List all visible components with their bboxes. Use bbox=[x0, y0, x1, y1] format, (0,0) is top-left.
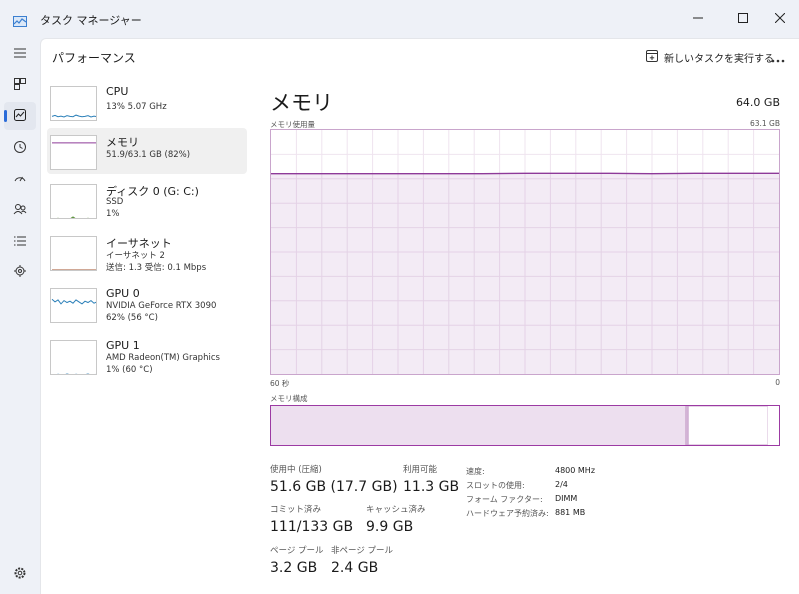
cached-value: 9.9 GB bbox=[366, 519, 414, 535]
maximize-icon bbox=[738, 8, 748, 27]
composition-label: メモリ構成 bbox=[270, 394, 308, 403]
sidebar-item-detail-2: 送信: 1.3 受信: 0.1 Mbps bbox=[106, 263, 207, 273]
navigation-rail bbox=[0, 38, 40, 594]
hardware-reserved-value: 881 MB bbox=[555, 508, 586, 517]
gpu1-thumbnail-line bbox=[57, 373, 96, 374]
composition-standby bbox=[687, 405, 769, 446]
run-new-task-button[interactable]: 新しいタスクを実行する bbox=[642, 47, 778, 67]
details-list-icon bbox=[13, 232, 27, 251]
page-title: パフォーマンス bbox=[52, 51, 136, 65]
sidebar-item-detail-2: 1% (60 °C) bbox=[106, 365, 153, 375]
memory-thumbnail bbox=[50, 135, 97, 170]
sidebar-item-ethernet[interactable]: イーサネット イーサネット 2 送信: 1.3 受信: 0.1 Mbps bbox=[47, 229, 247, 275]
sidebar-item-gpu1[interactable]: GPU 1 AMD Radeon(TM) Graphics 1% (60 °C) bbox=[47, 333, 247, 379]
sidebar-item-disk[interactable]: ディスク 0 (G: C:) SSD 1% bbox=[47, 177, 247, 223]
memory-total: 64.0 GB bbox=[735, 96, 780, 109]
minimize-button[interactable] bbox=[683, 4, 713, 30]
nonpaged-pool-value: 2.4 GB bbox=[331, 560, 379, 576]
sidebar-item-name: GPU 0 bbox=[106, 287, 140, 300]
title-bar: タスク マネージャー bbox=[0, 0, 799, 38]
available-label: 利用可能 bbox=[403, 465, 438, 475]
more-dots-icon bbox=[771, 48, 785, 67]
nav-users[interactable] bbox=[4, 196, 36, 224]
disk-thumbnail-line bbox=[57, 216, 89, 218]
gpu0-thumbnail-line bbox=[51, 298, 96, 305]
usage-graph-max: 63.1 GB bbox=[749, 119, 780, 128]
time-axis-right: 0 bbox=[775, 378, 780, 387]
memory-usage-graph bbox=[270, 129, 780, 375]
available-value: 11.3 GB bbox=[403, 479, 460, 495]
more-options-button[interactable] bbox=[765, 47, 791, 67]
disk-thumbnail bbox=[50, 184, 97, 219]
ethernet-thumbnail bbox=[50, 236, 97, 271]
memory-composition-chart bbox=[271, 405, 779, 446]
nav-performance[interactable] bbox=[4, 102, 36, 130]
nonpaged-pool-label: 非ページ プール bbox=[331, 546, 394, 556]
paged-pool-label: ページ プール bbox=[270, 546, 324, 556]
nav-app-history[interactable] bbox=[4, 134, 36, 162]
form-factor-value: DIMM bbox=[555, 494, 578, 503]
committed-value: 111/133 GB bbox=[270, 519, 354, 535]
sidebar-item-detail: NVIDIA GeForce RTX 3090 bbox=[106, 301, 217, 311]
nav-processes[interactable] bbox=[4, 71, 36, 99]
hamburger-icon bbox=[13, 44, 27, 63]
sidebar-item-detail-2: 62% (56 °C) bbox=[106, 313, 158, 323]
main-panel: パフォーマンス 新しいタスクを実行する CPU 13% 5.07 GHz メモリ… bbox=[40, 38, 799, 594]
sidebar-item-name: CPU bbox=[106, 85, 129, 98]
sidebar-item-detail-2: 1% bbox=[106, 209, 120, 219]
speed-value: 4800 MHz bbox=[555, 466, 596, 475]
cached-label: キャッシュ済み bbox=[366, 505, 426, 515]
minimize-icon bbox=[693, 8, 703, 27]
sidebar-item-name: メモリ bbox=[106, 136, 139, 149]
slots-used-value: 2/4 bbox=[555, 480, 568, 489]
paged-pool-value: 3.2 GB bbox=[270, 560, 318, 576]
history-clock-icon bbox=[13, 139, 27, 158]
nav-services[interactable] bbox=[4, 258, 36, 286]
sidebar-item-cpu[interactable]: CPU 13% 5.07 GHz bbox=[47, 79, 247, 125]
run-new-task-label: 新しいタスクを実行する bbox=[664, 53, 774, 65]
hardware-reserved-label: ハードウェア予約済み: bbox=[466, 509, 549, 518]
sidebar-item-name: GPU 1 bbox=[106, 339, 140, 352]
sidebar-item-detail: AMD Radeon(TM) Graphics bbox=[106, 353, 220, 363]
close-button[interactable] bbox=[765, 4, 795, 30]
gpu0-thumbnail bbox=[50, 288, 97, 323]
memory-composition-bar bbox=[270, 405, 780, 446]
cpu-thumbnail-line bbox=[51, 114, 96, 118]
time-axis-left: 60 秒 bbox=[270, 379, 290, 388]
sidebar-item-detail: 13% 5.07 GHz bbox=[106, 102, 167, 112]
sidebar-item-detail: SSD bbox=[106, 197, 124, 207]
nav-details[interactable] bbox=[4, 227, 36, 255]
nav-settings[interactable] bbox=[4, 560, 36, 588]
users-icon bbox=[13, 201, 27, 220]
sidebar-item-gpu0[interactable]: GPU 0 NVIDIA GeForce RTX 3090 62% (56 °C… bbox=[47, 281, 247, 327]
composition-in-use bbox=[271, 406, 686, 445]
gear-icon bbox=[13, 565, 27, 584]
processes-grid-icon bbox=[13, 76, 27, 95]
maximize-button[interactable] bbox=[728, 4, 758, 30]
cpu-thumbnail bbox=[50, 86, 97, 121]
sidebar-item-detail: イーサネット 2 bbox=[106, 251, 165, 261]
sidebar-item-detail: 51.9/63.1 GB (82%) bbox=[106, 150, 191, 160]
new-task-icon bbox=[646, 49, 658, 65]
speedometer-icon bbox=[13, 170, 27, 189]
sidebar-item-memory[interactable]: メモリ 51.9/63.1 GB (82%) bbox=[47, 128, 247, 174]
window-title: タスク マネージャー bbox=[40, 14, 142, 27]
committed-label: コミット済み bbox=[270, 505, 322, 515]
slots-used-label: スロットの使用: bbox=[466, 481, 525, 490]
memory-title: メモリ bbox=[270, 91, 333, 115]
task-manager-icon bbox=[13, 12, 27, 27]
in-use-label: 使用中 (圧縮) bbox=[270, 465, 322, 475]
form-factor-label: フォーム ファクター: bbox=[466, 495, 543, 504]
memory-usage-chart bbox=[271, 130, 779, 374]
speed-label: 速度: bbox=[466, 467, 485, 476]
in-use-value: 51.6 GB (17.7 GB) bbox=[270, 479, 398, 495]
gpu1-thumbnail bbox=[50, 340, 97, 375]
hamburger-menu-button[interactable] bbox=[4, 39, 36, 67]
performance-chart-icon bbox=[13, 107, 27, 126]
nav-startup-apps[interactable] bbox=[4, 165, 36, 193]
memory-usage-area bbox=[271, 173, 779, 374]
services-puzzle-icon bbox=[13, 263, 27, 282]
composition-free bbox=[767, 406, 779, 445]
close-icon bbox=[774, 8, 786, 27]
